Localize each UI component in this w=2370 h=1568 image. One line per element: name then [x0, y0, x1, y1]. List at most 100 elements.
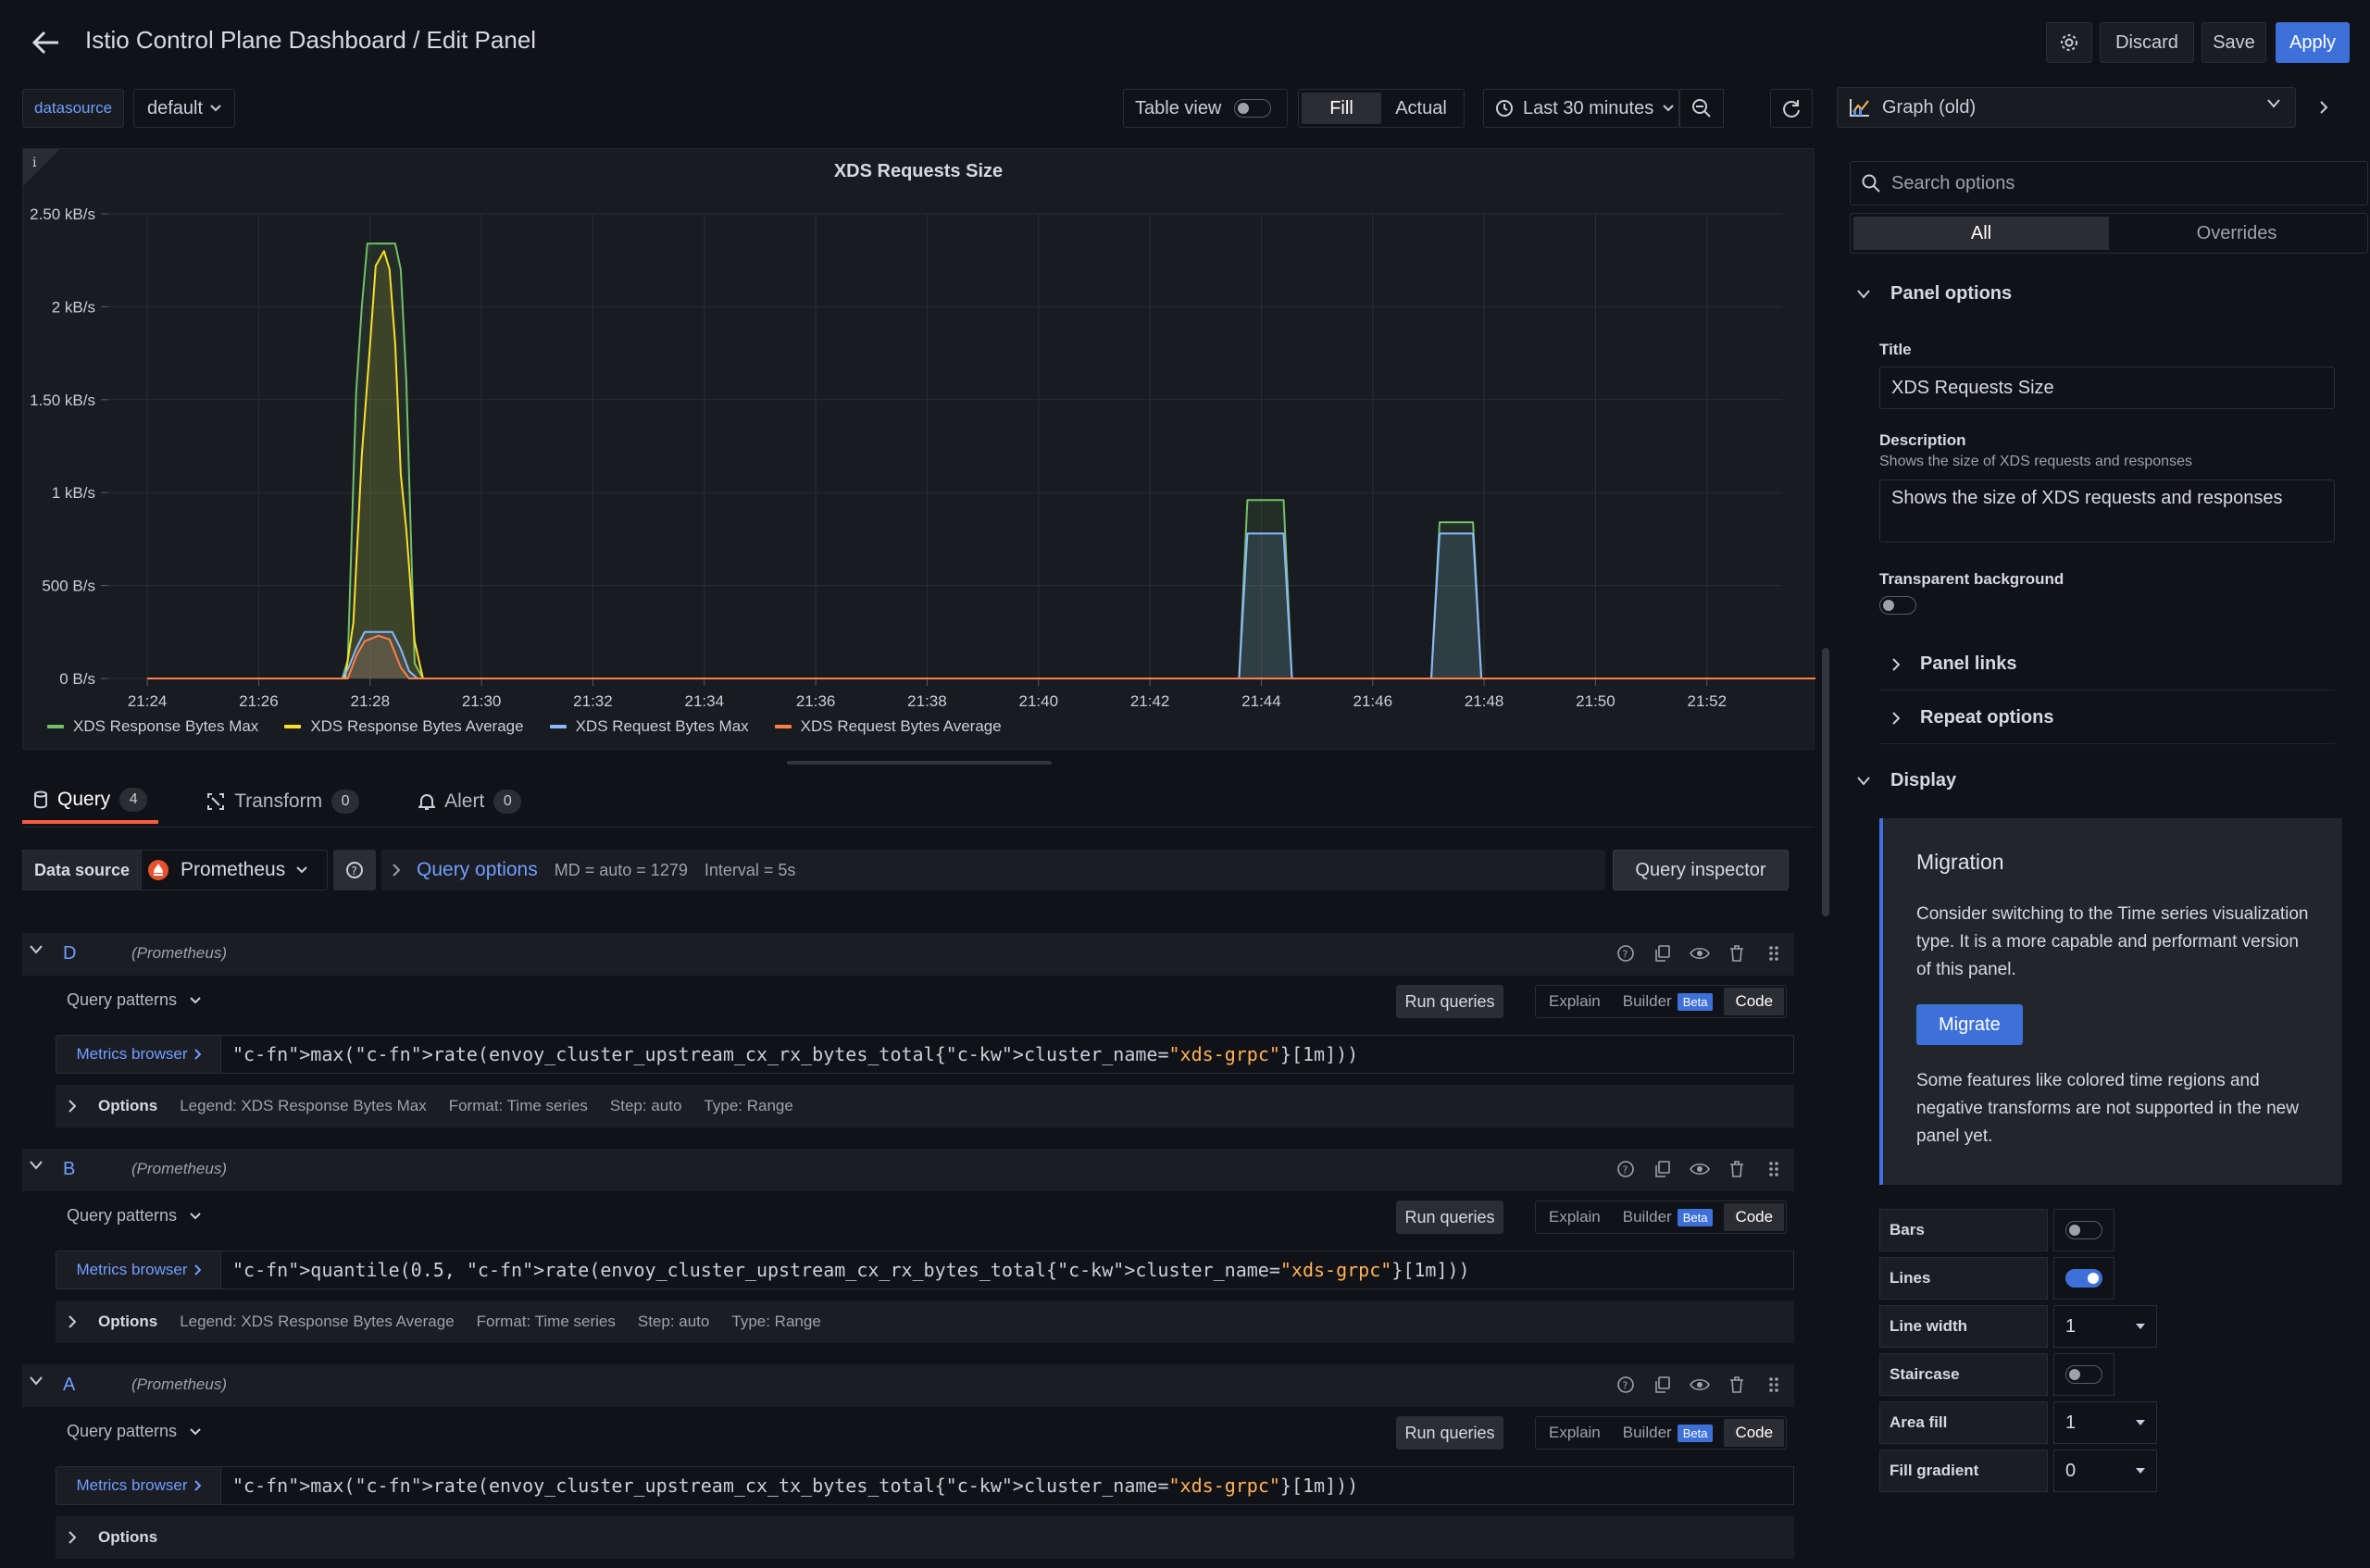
builder-mode[interactable]: Builder Beta: [1612, 1203, 1725, 1231]
explain-mode[interactable]: Explain: [1538, 988, 1612, 1015]
collapse-options-button[interactable]: [2305, 87, 2342, 128]
legend-item[interactable]: XDS Request Bytes Max: [549, 717, 749, 736]
chevron-down-icon[interactable]: [30, 1376, 43, 1386]
explain-mode[interactable]: Explain: [1538, 1203, 1612, 1231]
query-editor-scrollbar[interactable]: [1822, 648, 1829, 916]
data-source-select[interactable]: Prometheus: [137, 850, 328, 890]
visualization-picker[interactable]: Graph (old): [1837, 87, 2296, 128]
tab-all[interactable]: All: [1853, 217, 2109, 250]
lines-switch[interactable]: [2065, 1269, 2102, 1288]
query-ref-id[interactable]: B: [63, 1159, 75, 1180]
query-patterns-dropdown[interactable]: Query patterns: [67, 1422, 201, 1441]
metrics-browser-button[interactable]: Metrics browser: [56, 1035, 222, 1074]
query-help-icon[interactable]: ?: [1615, 942, 1637, 964]
query-patterns-dropdown[interactable]: Query patterns: [67, 990, 201, 1010]
duplicate-icon[interactable]: [1652, 942, 1674, 964]
panel-options-header[interactable]: Panel options: [1857, 283, 2012, 305]
query-editor[interactable]: "c-fn" >max("c-fn" >rate(envoy_cluster_ups…: [220, 1035, 1794, 1074]
panel-links-section[interactable]: Panel links: [1879, 639, 2335, 691]
actual-option[interactable]: Actual: [1381, 93, 1461, 124]
table-view-switch[interactable]: [1234, 99, 1272, 118]
data-source-help-button[interactable]: ?: [333, 850, 376, 890]
tab-alert[interactable]: Alert 0: [407, 779, 532, 824]
run-queries-button[interactable]: Run queries: [1396, 1416, 1503, 1450]
code-mode[interactable]: Code: [1724, 1203, 1785, 1231]
line-width-select[interactable]: 1: [2053, 1305, 2157, 1348]
migrate-button[interactable]: Migrate: [1916, 1004, 2023, 1045]
eye-icon[interactable]: [1689, 942, 1711, 964]
bars-control: [2053, 1209, 2114, 1251]
builder-mode[interactable]: Builder Beta: [1612, 1419, 1725, 1447]
discard-button[interactable]: Discard: [2100, 22, 2194, 63]
query-ref-id[interactable]: A: [63, 1375, 75, 1396]
table-view-toggle[interactable]: Table view: [1123, 89, 1288, 128]
trash-icon[interactable]: [1726, 1158, 1748, 1180]
metrics-browser-button[interactable]: Metrics browser: [56, 1466, 222, 1505]
x-tick-label: 21:48: [1465, 692, 1504, 710]
chevron-down-icon[interactable]: [30, 945, 43, 954]
title-input[interactable]: XDS Requests Size: [1879, 367, 2335, 409]
query-inspector-button[interactable]: Query inspector: [1613, 850, 1789, 890]
query-patterns-dropdown[interactable]: Query patterns: [67, 1206, 201, 1226]
query-editor[interactable]: "c-fn" >quantile(0.5, "c-fn" >rate(envoy_c…: [220, 1251, 1794, 1289]
query-ref-id[interactable]: D: [63, 943, 76, 964]
query-help-icon[interactable]: ?: [1615, 1374, 1637, 1396]
code-mode[interactable]: Code: [1724, 1419, 1785, 1447]
datasource-variable-select[interactable]: default: [133, 89, 236, 128]
legend-item[interactable]: XDS Response Bytes Max: [47, 717, 258, 736]
chevron-down-icon[interactable]: [30, 1161, 43, 1170]
repeat-options-section[interactable]: Repeat options: [1879, 692, 2335, 744]
tab-transform[interactable]: Transform 0: [195, 779, 370, 824]
gear-icon: [2061, 34, 2077, 51]
builder-mode-label: Builder: [1622, 1208, 1672, 1226]
panel-resize-handle[interactable]: [787, 761, 1052, 765]
time-range-picker[interactable]: Last 30 minutes: [1483, 89, 1679, 128]
eye-icon[interactable]: [1689, 1158, 1711, 1180]
transparent-background-switch[interactable]: [1879, 596, 1916, 615]
trash-icon[interactable]: [1726, 1374, 1748, 1396]
search-options-box[interactable]: [1850, 161, 2368, 205]
duplicate-icon[interactable]: [1652, 1374, 1674, 1396]
chevron-down-icon: [2267, 99, 2280, 108]
refresh-button[interactable]: [1770, 89, 1813, 128]
zoom-out-button[interactable]: [1679, 89, 1724, 128]
legend-item[interactable]: XDS Response Bytes Average: [284, 717, 524, 736]
datasource-variable-value: default: [147, 97, 204, 118]
back-arrow-icon[interactable]: [28, 24, 65, 61]
query-options-bar[interactable]: Query options MD = auto = 1279 Interval …: [381, 850, 1605, 890]
tab-overrides[interactable]: Overrides: [2109, 217, 2364, 250]
svg-text:?: ?: [1623, 1164, 1628, 1176]
query-help-icon[interactable]: ?: [1615, 1158, 1637, 1180]
staircase-switch[interactable]: [2065, 1365, 2102, 1384]
run-queries-button[interactable]: Run queries: [1396, 1201, 1503, 1234]
area-fill-select[interactable]: 1: [2053, 1401, 2157, 1444]
chart-plot[interactable]: 0 B/s 500 B/s 1 kB/s 1.50 kB/s 2 kB/s 2.50 kB…: [23, 149, 1815, 714]
tab-query[interactable]: Query 4: [22, 779, 159, 824]
legend-item[interactable]: XDS Request Bytes Average: [774, 717, 1002, 736]
description-textarea[interactable]: Shows the size of XDS requests and respo…: [1879, 479, 2335, 542]
drag-handle-icon[interactable]: [1763, 942, 1785, 964]
save-button[interactable]: Save: [2202, 22, 2266, 63]
apply-button[interactable]: Apply: [2276, 22, 2350, 63]
query-options-row[interactable]: Options Legend: XDS Response Bytes Avera…: [56, 1300, 1794, 1343]
fill-option[interactable]: Fill: [1302, 93, 1381, 124]
drag-handle-icon[interactable]: [1763, 1374, 1785, 1396]
explain-mode[interactable]: Explain: [1538, 1419, 1612, 1447]
duplicate-icon[interactable]: [1652, 1158, 1674, 1180]
bars-switch[interactable]: [2065, 1221, 2102, 1239]
fill-gradient-select[interactable]: 0: [2053, 1450, 2157, 1492]
query-editor[interactable]: "c-fn" >max("c-fn" >rate(envoy_cluster_ups…: [220, 1466, 1794, 1505]
metrics-browser-button[interactable]: Metrics browser: [56, 1251, 222, 1289]
query-options-row[interactable]: Options: [56, 1516, 1794, 1559]
eye-icon[interactable]: [1689, 1374, 1711, 1396]
query-options-row[interactable]: Options Legend: XDS Response Bytes Max F…: [56, 1085, 1794, 1127]
drag-handle-icon[interactable]: [1763, 1158, 1785, 1180]
trash-icon[interactable]: [1726, 942, 1748, 964]
builder-mode[interactable]: Builder Beta: [1612, 988, 1725, 1015]
settings-button[interactable]: [2046, 22, 2092, 63]
run-queries-button[interactable]: Run queries: [1396, 985, 1503, 1018]
search-options-input[interactable]: [1891, 172, 2317, 194]
display-header[interactable]: Display: [1857, 770, 1956, 791]
code-mode[interactable]: Code: [1724, 988, 1785, 1015]
bars-label: Bars: [1879, 1209, 2048, 1251]
